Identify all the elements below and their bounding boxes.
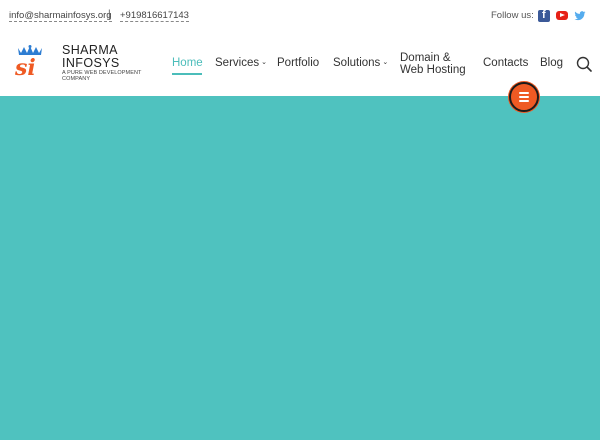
chevron-down-icon: ⌄	[261, 59, 267, 66]
hamburger-icon-bar	[519, 96, 529, 98]
twitter-icon[interactable]	[574, 10, 586, 22]
chevron-down-icon: ⌄	[382, 59, 389, 66]
brand-name-line2: INFOSYS	[62, 56, 120, 70]
nav-solutions-label: Solutions	[333, 57, 381, 69]
brand-text[interactable]: SHARMA INFOSYS A PURE WEB DEVELOPMENT CO…	[62, 44, 142, 83]
nav-domain-hosting[interactable]: Domain & Web Hosting	[400, 52, 466, 76]
nav-solutions[interactable]: Solutions ⌄	[333, 57, 388, 69]
nav-services-label: Services	[215, 57, 260, 69]
nav-domain-label-line1: Domain &	[400, 52, 451, 64]
top-bar: info@sharmainfosys.org | +919816617143 F…	[0, 0, 600, 32]
nav-domain-label-line2: Web Hosting	[400, 64, 466, 76]
menu-toggle-button[interactable]	[509, 82, 539, 112]
hamburger-icon-bar	[519, 92, 529, 94]
logo-letters: si	[14, 55, 36, 80]
search-icon[interactable]	[576, 56, 592, 72]
brand-tagline-line2: COMPANY	[62, 76, 91, 82]
email-link[interactable]: info@sharmainfosys.org	[9, 10, 112, 22]
topbar-separator: |	[108, 9, 111, 20]
hamburger-icon-bar	[519, 100, 529, 102]
follow-us-label: Follow us:	[491, 10, 534, 21]
phone-link[interactable]: +919816617143	[120, 10, 189, 22]
nav-services[interactable]: Services ⌄	[215, 57, 267, 69]
youtube-icon[interactable]	[556, 11, 568, 20]
facebook-icon[interactable]: f	[538, 9, 550, 22]
nav-active-indicator	[172, 73, 202, 75]
nav-contacts[interactable]: Contacts	[483, 57, 528, 69]
logo[interactable]: si	[12, 44, 48, 80]
nav-portfolio[interactable]: Portfolio	[277, 57, 319, 69]
nav-home[interactable]: Home	[172, 57, 203, 69]
hero-section	[0, 96, 600, 440]
nav-blog[interactable]: Blog	[540, 57, 563, 69]
